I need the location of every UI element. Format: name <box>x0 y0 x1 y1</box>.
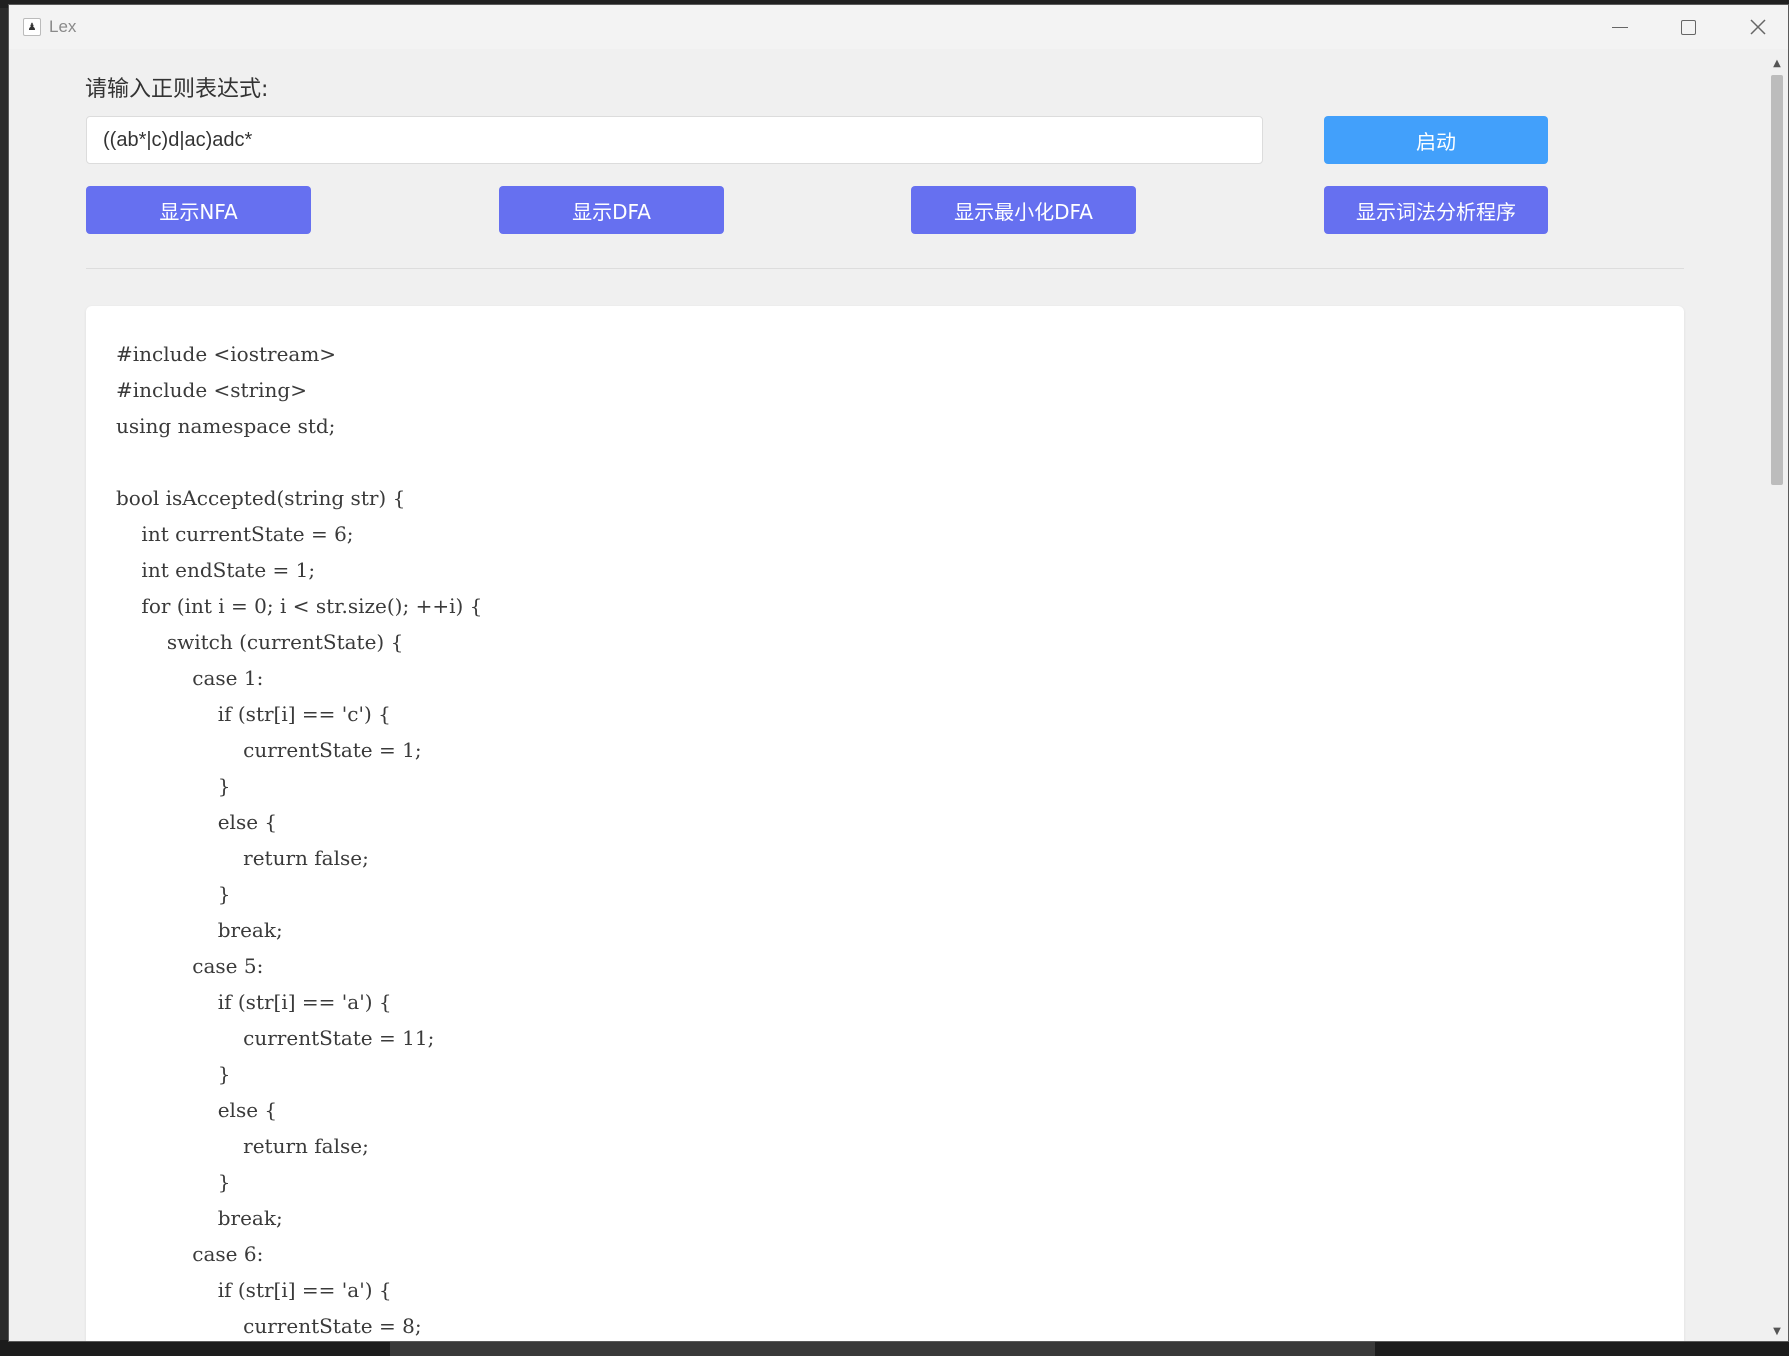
code-line: if (str[i] == 'c') { <box>116 702 391 726</box>
maximize-button[interactable] <box>1654 5 1722 49</box>
maximize-icon <box>1680 19 1696 35</box>
regex-input[interactable] <box>86 116 1263 164</box>
code-line: } <box>116 1170 231 1194</box>
title-bar[interactable]: ♟ Lex <box>9 5 1788 49</box>
code-line: for (int i = 0; i < str.size(); ++i) { <box>116 594 483 618</box>
code-output-panel[interactable]: #include <iostream> #include <string> usin… <box>86 306 1684 1341</box>
code-line: return false; <box>116 1134 369 1158</box>
code-line: case 1: <box>116 666 264 690</box>
code-line: int currentState = 6; <box>116 522 354 546</box>
scroll-down-arrow-icon[interactable]: ▼ <box>1769 1323 1785 1339</box>
divider <box>86 268 1684 269</box>
show-dfa-button[interactable]: 显示DFA <box>499 186 724 234</box>
scroll-thumb[interactable] <box>1771 75 1783 485</box>
code-line: currentState = 8; <box>116 1314 422 1338</box>
code-line: case 5: <box>116 954 264 978</box>
window-title: Lex <box>49 17 77 36</box>
code-line: return false; <box>116 846 369 870</box>
code-line: currentState = 1; <box>116 738 422 762</box>
code-line: case 6: <box>116 1242 264 1266</box>
vertical-scrollbar[interactable]: ▲ ▼ <box>1765 49 1788 1341</box>
desktop-taskbar-strip <box>0 1340 1789 1356</box>
minimize-icon <box>1612 26 1628 28</box>
code-line: using namespace std; <box>116 414 336 438</box>
minimize-button[interactable] <box>1586 5 1654 49</box>
app-icon: ♟ <box>23 18 41 36</box>
code-line: else { <box>116 1098 278 1122</box>
start-button[interactable]: 启动 <box>1324 116 1548 164</box>
code-line: #include <string> <box>116 378 307 402</box>
close-button[interactable] <box>1724 5 1788 49</box>
code-line: currentState = 11; <box>116 1026 435 1050</box>
show-nfa-button[interactable]: 显示NFA <box>86 186 311 234</box>
lex-window: ♟ Lex 请输入正则表达式: 启动 显示NFA 显示DFA 显示最小化DFA … <box>8 4 1789 1342</box>
close-icon <box>1750 19 1766 35</box>
scroll-up-arrow-icon[interactable]: ▲ <box>1769 55 1785 71</box>
regex-prompt-label: 请输入正则表达式: <box>85 77 269 102</box>
code-line: } <box>116 1062 231 1086</box>
main-content: 请输入正则表达式: 启动 显示NFA 显示DFA 显示最小化DFA 显示词法分析… <box>9 49 1763 1341</box>
code-line: int endState = 1; <box>116 558 316 582</box>
code-line: bool isAccepted(string str) { <box>116 486 406 510</box>
code-line: if (str[i] == 'a') { <box>116 1278 392 1302</box>
code-line: else { <box>116 810 278 834</box>
code-line: #include <iostream> <box>116 342 337 366</box>
code-line: } <box>116 882 231 906</box>
code-line: } <box>116 774 231 798</box>
show-min-dfa-button[interactable]: 显示最小化DFA <box>911 186 1136 234</box>
code-line: switch (currentState) { <box>116 630 404 654</box>
code-lines: #include <iostream> #include <string> usin… <box>116 336 1656 1341</box>
code-line: break; <box>116 918 283 942</box>
code-line: break; <box>116 1206 283 1230</box>
show-lex-program-button[interactable]: 显示词法分析程序 <box>1324 186 1548 234</box>
code-line: if (str[i] == 'a') { <box>116 990 392 1014</box>
